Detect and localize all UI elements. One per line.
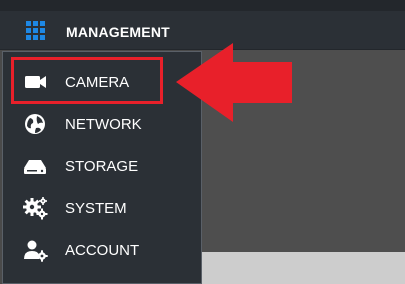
content-footer <box>200 252 405 284</box>
menu-item-network[interactable]: NETWORK <box>3 103 199 145</box>
hard-drive-icon <box>24 160 46 174</box>
menu-item-system[interactable]: SYSTEM <box>3 187 199 229</box>
menu-item-storage[interactable]: STORAGE <box>3 145 199 187</box>
page-title[interactable]: MANAGEMENT <box>66 24 170 40</box>
grid-icon[interactable] <box>26 21 46 41</box>
user-gear-icon <box>24 240 48 262</box>
globe-icon <box>25 114 45 134</box>
content-area <box>200 50 405 252</box>
gears-icon <box>23 197 48 220</box>
menu-item-label: ACCOUNT <box>65 242 140 259</box>
menu-item-label: SYSTEM <box>65 200 127 217</box>
top-bar: MANAGEMENT <box>0 0 405 50</box>
menu-item-account[interactable]: ACCOUNT <box>3 229 199 271</box>
menu-item-label: NETWORK <box>65 116 142 133</box>
highlight-box <box>11 57 163 104</box>
menu-item-label: STORAGE <box>65 158 139 175</box>
top-strip <box>0 0 405 11</box>
